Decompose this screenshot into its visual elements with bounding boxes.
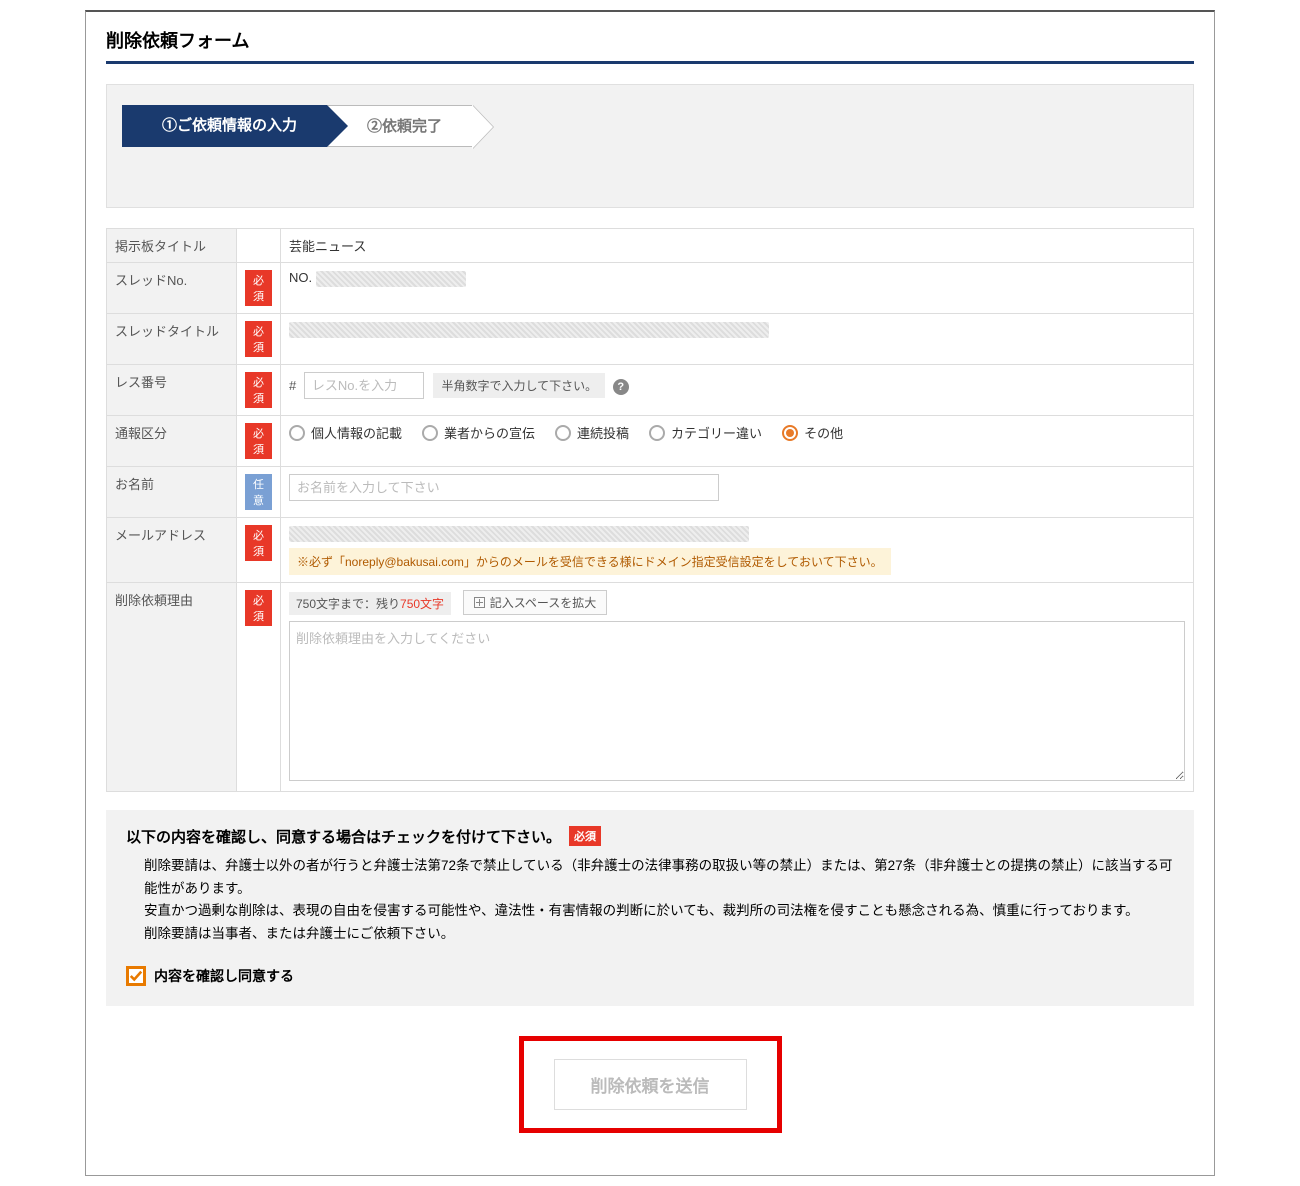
res-no-input[interactable]: [304, 372, 424, 399]
radio-icon: [555, 425, 571, 441]
radio-label: 連続投稿: [577, 423, 629, 442]
value-board-title: 芸能ニュース: [281, 229, 1194, 263]
label-report-type: 通報区分: [107, 416, 237, 467]
radio-label: 業者からの宣伝: [444, 423, 535, 442]
char-counter: 750文字まで：残り750文字: [289, 592, 451, 615]
page-title: 削除依頼フォーム: [106, 27, 1194, 64]
name-input[interactable]: [289, 474, 719, 501]
agreement-checkbox-wrap[interactable]: 内容を確認し同意する: [126, 966, 1174, 986]
value-email: [289, 525, 1185, 542]
submit-highlight-box: 削除依頼を送信: [519, 1036, 782, 1133]
label-thread-title: スレッドタイトル: [107, 314, 237, 365]
help-icon[interactable]: ?: [613, 379, 629, 395]
label-reason: 削除依頼理由: [107, 582, 237, 791]
reason-textarea[interactable]: [289, 621, 1185, 781]
required-badge: 必須: [245, 423, 272, 459]
value-thread-title: [281, 314, 1194, 365]
res-no-hint: 半角数字で入力して下さい。: [433, 373, 605, 398]
step-1-active: ①ご依頼情報の入力: [122, 105, 327, 147]
step-2: ②依頼完了: [327, 105, 472, 147]
progress-steps: ①ご依頼情報の入力 ②依頼完了: [106, 84, 1194, 208]
agreement-text: 削除要請は、弁護士以外の者が行うと弁護士法第72条で禁止している（非弁護士の法律…: [126, 855, 1174, 947]
report-option-2[interactable]: 連続投稿: [555, 423, 629, 442]
res-prefix: #: [289, 378, 296, 393]
report-option-0[interactable]: 個人情報の記載: [289, 423, 402, 442]
label-board-title: 掲示板タイトル: [107, 229, 237, 263]
label-thread-no: スレッドNo.: [107, 263, 237, 314]
required-badge: 必須: [569, 826, 601, 846]
form-table: 掲示板タイトル 芸能ニュース スレッドNo. 必須 NO. スレッドタイトル 必…: [106, 228, 1194, 792]
plus-icon: [474, 597, 485, 608]
report-type-radios: 個人情報の記載 業者からの宣伝 連続投稿 カテゴリー違い その他: [289, 423, 1185, 442]
email-domain-note: ※必ず「noreply@bakusai.com」からのメールを受信できる様にドメ…: [289, 548, 891, 575]
required-badge: 必須: [245, 372, 272, 408]
agreement-box: 以下の内容を確認し、同意する場合はチェックを付けて下さい。 必須 削除要請は、弁…: [106, 810, 1194, 1007]
agreement-checkbox[interactable]: [126, 966, 146, 986]
radio-icon: [782, 425, 798, 441]
submit-button[interactable]: 削除依頼を送信: [554, 1059, 747, 1110]
radio-icon: [649, 425, 665, 441]
report-option-1[interactable]: 業者からの宣伝: [422, 423, 535, 442]
label-email: メールアドレス: [107, 518, 237, 583]
label-name: お名前: [107, 467, 237, 518]
label-res-no: レス番号: [107, 365, 237, 416]
radio-label: その他: [804, 423, 843, 442]
radio-label: 個人情報の記載: [311, 423, 402, 442]
report-option-3[interactable]: カテゴリー違い: [649, 423, 762, 442]
required-badge: 必須: [245, 321, 272, 357]
radio-icon: [422, 425, 438, 441]
radio-label: カテゴリー違い: [671, 423, 762, 442]
required-badge: 必須: [245, 270, 272, 306]
value-thread-no: NO.: [281, 263, 1194, 314]
radio-icon: [289, 425, 305, 441]
optional-badge: 任意: [245, 474, 272, 510]
agreement-heading: 以下の内容を確認し、同意する場合はチェックを付けて下さい。: [126, 826, 561, 847]
required-badge: 必須: [245, 525, 272, 561]
expand-textarea-button[interactable]: 記入スペースを拡大: [463, 590, 608, 615]
agreement-checkbox-label: 内容を確認し同意する: [154, 966, 294, 986]
required-badge: 必須: [245, 590, 272, 626]
report-option-4[interactable]: その他: [782, 423, 843, 442]
